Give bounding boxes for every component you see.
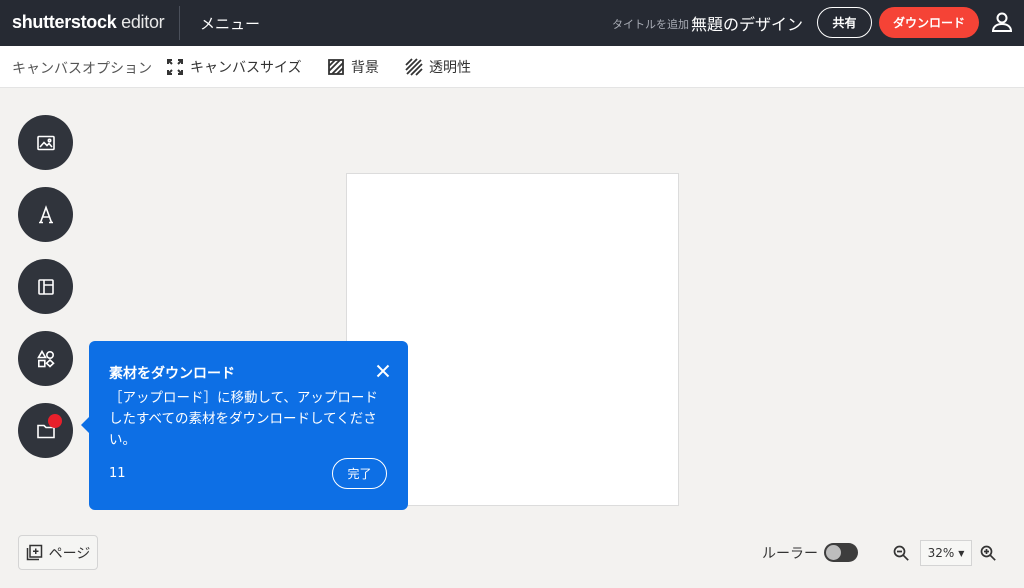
zoom-level-select[interactable]: 32% ▼ <box>920 540 972 566</box>
background-hatch-icon <box>328 59 344 75</box>
logo-brand: shutterstock <box>12 12 117 32</box>
ruler-toggle-knob <box>826 545 841 560</box>
tooltip-body: ［アップロード］に移動して、アップロードしたすべての素材をダウンロードしてくださ… <box>109 390 378 448</box>
layout-tool-button[interactable] <box>18 259 73 314</box>
top-bar: shutterstock editor メニュー タイトルを追加 無題のデザイン… <box>0 0 1024 46</box>
tooltip-arrow <box>81 417 89 433</box>
elements-tool-button[interactable] <box>18 331 73 386</box>
transparency-stripes-icon <box>405 58 423 76</box>
page-label: ページ <box>48 545 91 562</box>
download-button[interactable]: ダウンロード <box>879 7 979 38</box>
download-assets-tooltip: 素材をダウンロード ［アップロード］に移動して、アップロードしたすべての素材をダ… <box>81 341 408 510</box>
background-label: 背景 <box>351 60 379 76</box>
ruler-toggle[interactable] <box>824 543 858 562</box>
canvas-options-title: キャンバスオプション <box>12 61 152 77</box>
share-button[interactable]: 共有 <box>817 7 872 38</box>
menu-button[interactable]: メニュー <box>200 13 260 34</box>
notification-dot <box>48 414 62 428</box>
text-icon <box>38 204 53 223</box>
chevron-down-icon: ▼ <box>958 548 965 558</box>
canvas-options-bar: キャンバスオプション キャンバスサイズ 背景 透明性 <box>0 46 1024 88</box>
image-icon <box>36 135 55 150</box>
divider <box>179 6 180 40</box>
close-icon[interactable] <box>375 363 391 379</box>
zoom-out-icon[interactable] <box>892 544 910 562</box>
design-title[interactable]: 無題のデザイン <box>691 11 803 35</box>
shutterstock-editor-logo[interactable]: shutterstock editor <box>12 12 165 33</box>
canvas-size-button[interactable]: キャンバスサイズ <box>166 55 302 79</box>
add-page-icon <box>26 544 42 561</box>
images-tool-button[interactable] <box>18 115 73 170</box>
transparency-button[interactable]: 透明性 <box>405 55 471 79</box>
tooltip-title: 素材をダウンロード <box>109 366 235 382</box>
uploads-tool-button[interactable] <box>18 403 73 458</box>
add-title-hint[interactable]: タイトルを追加 <box>612 16 689 32</box>
user-account-icon[interactable] <box>990 10 1014 34</box>
layout-icon <box>37 278 54 295</box>
elements-icon <box>36 349 55 368</box>
logo-product: editor <box>116 12 165 32</box>
text-tool-button[interactable] <box>18 187 73 242</box>
zoom-in-icon[interactable] <box>979 544 997 562</box>
canvas-size-label: キャンバスサイズ <box>190 60 302 76</box>
zoom-value: 32% <box>927 546 955 560</box>
transparency-label: 透明性 <box>429 60 471 76</box>
add-page-button[interactable]: ページ <box>18 535 98 570</box>
expand-corners-icon <box>167 59 183 75</box>
done-button[interactable]: 完了 <box>332 458 387 489</box>
tooltip-step-count: 11 <box>109 466 126 481</box>
ruler-label: ルーラー <box>762 546 818 562</box>
background-button[interactable]: 背景 <box>327 55 379 79</box>
